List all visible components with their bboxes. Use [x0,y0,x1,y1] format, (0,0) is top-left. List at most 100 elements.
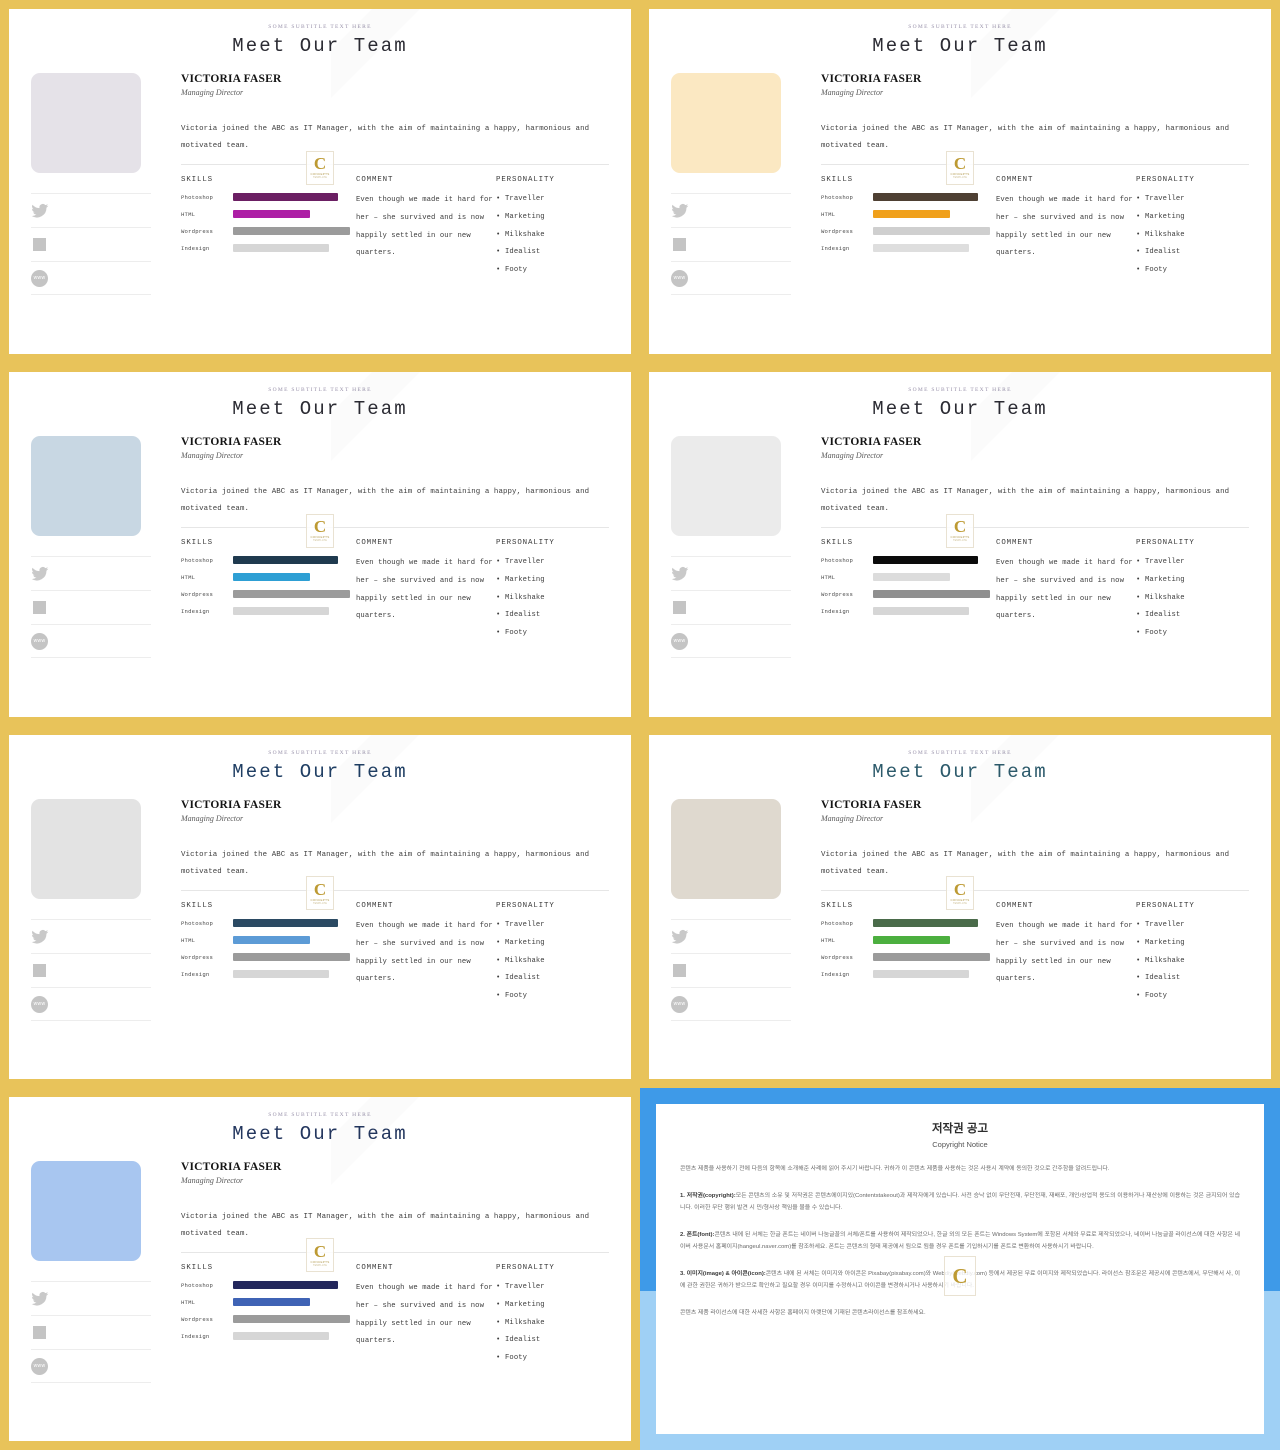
personality-heading: PERSONALITY [496,176,555,184]
comment-text: Even though we made it hard for her – sh… [356,1284,493,1346]
slide-canvas: SOME SUBTITLE TEXT HERE Meet Our Team ww… [9,372,631,717]
skill-bar-fill [873,573,951,581]
social-link-twitter[interactable] [31,919,151,953]
personality-item: Footy [1136,988,1249,1006]
social-link-website[interactable]: www [31,1349,151,1383]
skill-label: Indesign [181,1332,210,1340]
slide-title: Meet Our Team [872,35,1048,57]
skill-row: Wordpress [181,1315,356,1323]
social-link-twitter[interactable] [31,1281,151,1315]
skill-bar-fill [233,556,338,564]
personality-list: TravellerMarketingMilkshakeIdealistFooty [496,917,609,1006]
www-globe-icon: www [31,269,48,287]
skill-bar-track [233,970,356,978]
social-link-square[interactable] [31,1315,151,1349]
slide-deck-grid: SOME SUBTITLE TEXT HERE Meet Our Team ww… [0,0,1280,1450]
slide-2[interactable]: SOME SUBTITLE TEXT HERE Meet Our Team ww… [640,0,1280,363]
social-link-website[interactable]: www [671,987,791,1021]
www-globe-icon: www [31,632,48,650]
watermark-letter: C [953,517,967,537]
slide-4[interactable]: SOME SUBTITLE TEXT HERE Meet Our Team ww… [640,363,1280,726]
personality-item: Milkshake [1136,227,1249,245]
social-link-twitter[interactable] [671,919,791,953]
skill-bar-fill [233,1298,311,1306]
social-link-twitter[interactable] [671,556,791,590]
slide-subtitle: SOME SUBTITLE TEXT HERE [268,750,372,756]
skill-row: HTML [181,936,356,944]
copyright-intro: 콘텐츠 제품을 사용하기 전에 다음의 항목에 소개해준 사례에 읽어 주시기 … [680,1166,1110,1172]
copyright-section-label: 3. 이미지(image) & 아이콘(icon): [680,1270,766,1277]
social-link-twitter[interactable] [31,193,151,227]
watermark-line2: TEMPLATE [952,539,968,543]
social-link-square[interactable] [31,590,151,624]
slide-header: SOME SUBTITLE TEXT HERE Meet Our Team [649,9,1271,57]
personality-list: TravellerMarketingMilkshakeIdealistFooty [496,554,609,643]
comment-column: COMMENT Even though we made it hard for … [356,176,496,280]
left-column: www [31,436,171,658]
personality-item: Footy [496,988,609,1006]
social-link-square[interactable] [671,227,791,261]
social-link-square[interactable] [31,227,151,261]
social-link-square[interactable] [31,953,151,987]
skill-row: Wordpress [821,953,996,961]
right-column: VICTORIA FASER Managing Director Victori… [811,799,1249,1021]
social-link-website[interactable]: www [31,987,151,1021]
copyright-section: 1. 저작권(copyright):모든 콘텐츠의 소유 및 저작권은 콘텐츠에… [680,1190,1240,1215]
detail-columns: SKILLS Photoshop HTML Wordpress Indesign CO… [181,176,609,280]
twitter-icon [31,203,49,217]
divider [181,890,609,891]
skill-row: Indesign [181,970,356,978]
slide-3[interactable]: SOME SUBTITLE TEXT HERE Meet Our Team ww… [0,363,640,726]
skill-bar-track [873,919,996,927]
left-column: www [31,799,171,1021]
social-links-list: www [31,919,151,1021]
watermark-line2: TEMPLATE [952,901,968,905]
skill-bar-fill [873,970,969,978]
social-links-list: www [31,193,151,295]
comment-heading: COMMENT [996,902,1034,910]
slide-title: Meet Our Team [872,761,1048,783]
skill-label: Photoshop [181,193,214,201]
skills-list: Photoshop HTML Wordpress Indesign [821,556,996,615]
slide-1[interactable]: SOME SUBTITLE TEXT HERE Meet Our Team ww… [0,0,640,363]
skill-bar-track [233,1332,356,1340]
social-link-square[interactable] [671,953,791,987]
slide-title: Meet Our Team [232,35,408,57]
team-member-role: Managing Director [821,814,884,823]
slide-subtitle: SOME SUBTITLE TEXT HERE [908,387,1012,393]
slide-7[interactable]: SOME SUBTITLE TEXT HERE Meet Our Team ww… [0,1088,640,1450]
skill-bar-fill [233,936,311,944]
skill-row: Photoshop [181,193,356,201]
skill-bar-fill [873,953,990,961]
watermark-logo: C CONCEPTS TEMPLATE [306,513,334,548]
skill-row: Indesign [181,607,356,615]
skill-bar-track [233,607,356,615]
slide-6[interactable]: SOME SUBTITLE TEXT HERE Meet Our Team ww… [640,726,1280,1088]
social-link-square[interactable] [671,590,791,624]
watermark-logo: C CONCEPTS TEMPLATE [946,150,974,185]
social-link-website[interactable]: www [671,624,791,658]
skills-column: SKILLS Photoshop HTML Wordpress Indesign [181,1264,356,1368]
personality-list: TravellerMarketingMilkshakeIdealistFooty [1136,554,1249,643]
personality-column: PERSONALITY TravellerMarketingMilkshakeI… [1136,902,1249,1006]
watermark-line2: TEMPLATE [312,901,328,905]
social-link-twitter[interactable] [671,193,791,227]
skill-row: Wordpress [821,227,996,235]
social-link-website[interactable]: www [31,624,151,658]
social-link-website[interactable]: www [31,261,151,295]
watermark-logo: C CONCEPTS TEMPLATE [946,513,974,548]
copyright-slide[interactable]: 저작권 공고 Copyright Notice 콘텐츠 제품을 사용하기 전에 다음… [640,1088,1280,1450]
square-icon [673,964,686,977]
social-link-website[interactable]: www [671,261,791,295]
slide-5[interactable]: SOME SUBTITLE TEXT HERE Meet Our Team ww… [0,726,640,1088]
slide-canvas: SOME SUBTITLE TEXT HERE Meet Our Team ww… [9,9,631,354]
skill-label: HTML [181,210,196,218]
personality-item: Milkshake [496,227,609,245]
personality-item: Idealist [496,970,609,988]
team-member-role: Managing Director [181,814,244,823]
social-link-twitter[interactable] [31,556,151,590]
right-column: VICTORIA FASER Managing Director Victori… [811,436,1249,658]
personality-item: Marketing [496,209,609,227]
skill-label: Wordpress [181,227,214,235]
slide-title: Meet Our Team [872,398,1048,420]
